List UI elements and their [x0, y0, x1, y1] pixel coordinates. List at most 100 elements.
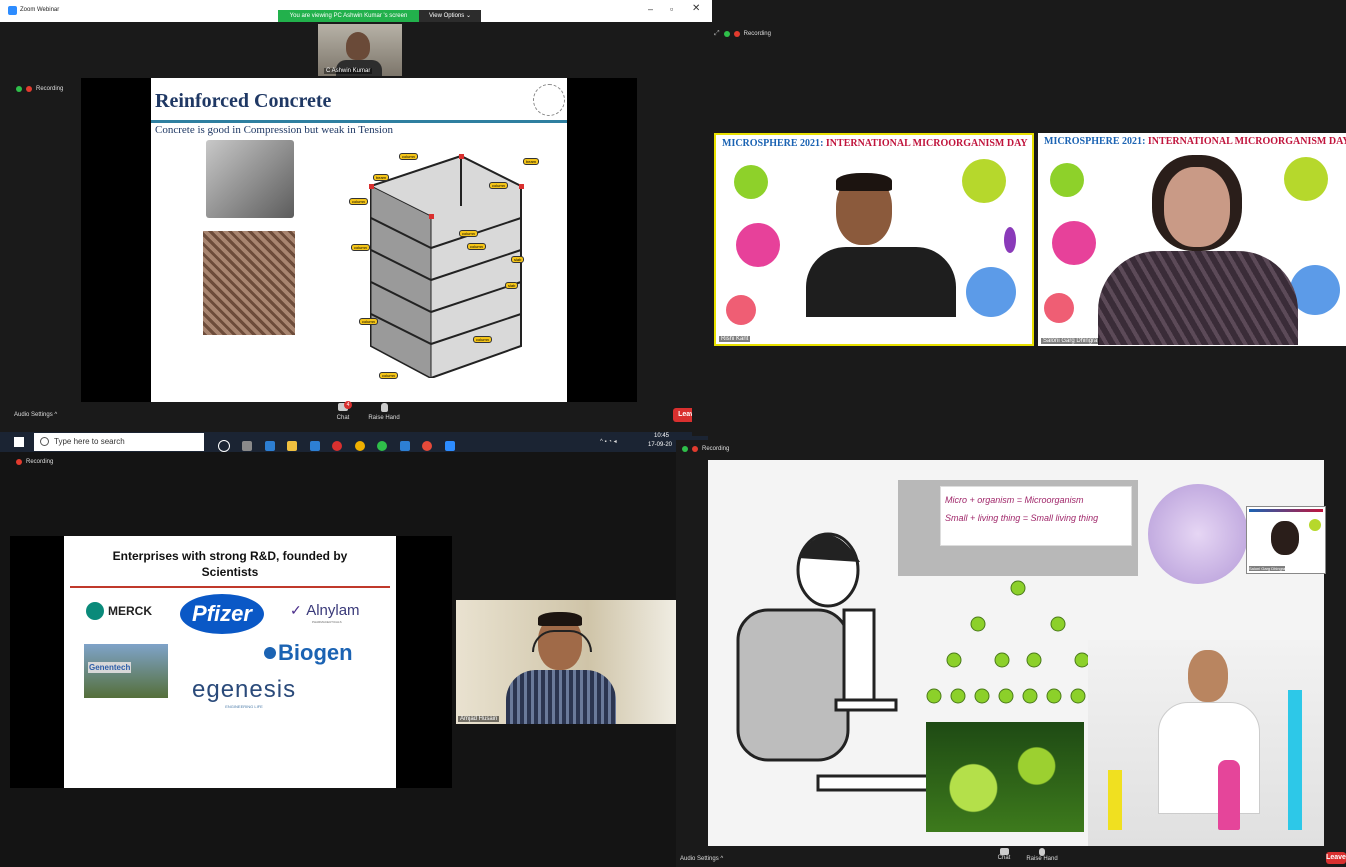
lab-coat	[1158, 702, 1260, 814]
virus-red-icon	[1044, 293, 1074, 323]
tile-banner: MICROSPHERE 2021: INTERNATIONAL MICROORG…	[722, 138, 1028, 149]
pip-video[interactable]: Saloni Garg Dhingra	[1246, 506, 1326, 574]
spotify-icon[interactable]	[377, 440, 388, 451]
video-tile-2[interactable]: MICROSPHERE 2021: INTERNATIONAL MICROORG…	[1038, 133, 1346, 346]
tray-icons[interactable]: ^ ▪ ◔ ◂	[600, 438, 617, 445]
pfizer-logo: Pfizer	[180, 594, 264, 634]
shield-icon	[16, 86, 22, 92]
raise-hand-button[interactable]: Raise Hand	[1022, 848, 1062, 866]
speaker-thumbnail[interactable]: C Ashwin Kumar	[318, 24, 402, 76]
rebar-photo	[203, 231, 295, 335]
speaker-name: Amjad Husain	[458, 716, 500, 722]
windows-taskbar: Type here to search ^ ▪ ◔ ◂ 10:45 17-09-…	[0, 432, 708, 452]
minimize-icon[interactable]: –	[648, 4, 653, 14]
tag-slab-2: slab	[505, 282, 519, 289]
file-explorer-icon[interactable]	[287, 440, 298, 451]
genentech-sign: Genentech	[88, 662, 132, 673]
slide-title: Reinforced Concrete	[155, 90, 332, 112]
biogen-text: Biogen	[278, 640, 353, 665]
torso	[506, 670, 616, 724]
tag-column-3: column	[489, 182, 508, 189]
alnylam-logo: ✓ Alnylam PHARMACEUTICALS	[290, 602, 360, 624]
alnylam-icon: ✓	[290, 602, 302, 618]
expand-icon[interactable]: ⤢	[714, 30, 720, 38]
chat-button[interactable]: 4 Chat	[330, 401, 356, 427]
flask-icon	[1108, 770, 1122, 830]
pfizer-text: Pfizer	[192, 601, 252, 626]
windows-start-icon[interactable]	[14, 437, 24, 447]
close-icon[interactable]: ✕	[692, 3, 700, 14]
recording-label: Recording	[36, 86, 64, 92]
title-divider	[70, 586, 390, 588]
headset-icon	[532, 630, 592, 652]
audio-settings[interactable]: Audio Settings ^	[680, 856, 723, 862]
window-title: Zoom Webinar	[20, 7, 60, 13]
egenesis-logo: egenesis ENGINEERING LIFE	[192, 676, 296, 709]
egenesis-subtext: ENGINEERING LIFE	[225, 704, 263, 709]
banner-left-text: MICROSPHERE 2021	[722, 138, 821, 149]
record-icon	[692, 446, 698, 452]
tag-column-8: column	[473, 336, 492, 343]
clock-time[interactable]: 10:45	[654, 433, 669, 439]
video-tile-1[interactable]: MICROSPHERE 2021: INTERNATIONAL MICROORG…	[714, 133, 1034, 346]
torso	[806, 247, 956, 317]
shield-icon	[723, 31, 730, 37]
leave-button[interactable]: Leave	[1326, 852, 1346, 864]
taskbar-search-input[interactable]: Type here to search	[34, 433, 204, 451]
edge-icon[interactable]	[264, 440, 275, 451]
banner-right-text: INTERNATIONAL MICROORGANISM DAY	[1147, 136, 1346, 147]
share-banner: You are viewing PC Ashwin Kumar 's scree…	[278, 10, 419, 22]
banner-right-text: INTERNATIONAL MICROORGANISM DAY	[825, 138, 1028, 149]
chat-button[interactable]: Chat	[992, 848, 1016, 866]
audio-settings[interactable]: Audio Settings ^	[14, 412, 57, 418]
tile-banner: MICROSPHERE 2021: INTERNATIONAL MICROORG…	[1044, 136, 1346, 147]
record-icon	[16, 459, 22, 465]
tag-slab-1: slab	[511, 256, 525, 263]
teams-icon[interactable]	[399, 440, 410, 451]
speaker-video[interactable]: Amjad Husain	[456, 600, 676, 724]
restore-icon[interactable]: ▫	[670, 4, 673, 14]
tile-1-name: Rishi Kant	[719, 336, 751, 342]
shield-icon	[682, 446, 688, 452]
slide-subtitle: Concrete is good in Compression but weak…	[155, 124, 393, 136]
leave-label: Leave	[1326, 854, 1346, 861]
virus-purple-icon	[1004, 227, 1016, 253]
opera-icon[interactable]	[332, 440, 343, 451]
virus-illustration	[1148, 484, 1248, 584]
raise-hand-button[interactable]: Raise Hand	[366, 403, 402, 427]
virus-green-icon	[734, 165, 768, 199]
clock-date[interactable]: 17-09-20	[648, 442, 672, 448]
raise-hand-label: Raise Hand	[1026, 856, 1058, 862]
title-bar: Zoom Webinar You are viewing PC Ashwin K…	[0, 0, 712, 22]
recording-label: Recording	[702, 446, 730, 452]
webinar-window-q4: Recording Micro + organism = Microorgani…	[676, 440, 1346, 867]
record-icon	[26, 86, 32, 92]
banner-left-text: MICROSPHERE 2021	[1044, 136, 1143, 147]
recording-indicator: Recording	[16, 459, 53, 465]
webinar-window-q2: ⤢ Recording MICROSPHERE 2021: INTERNATIO…	[692, 24, 1346, 436]
flask-icon	[1288, 690, 1302, 830]
hand-icon	[380, 403, 388, 412]
tag-column-7: column	[359, 318, 378, 325]
merck-icon	[86, 602, 104, 620]
record-icon	[733, 31, 740, 37]
hair	[836, 173, 892, 191]
view-options-label: View Options ⌄	[429, 13, 471, 19]
view-options-button[interactable]: View Options ⌄	[419, 10, 481, 22]
zoom-icon[interactable]	[444, 440, 455, 451]
chat-label: Chat	[336, 415, 350, 421]
cortana-icon[interactable]	[218, 439, 230, 452]
tag-column-2: column	[349, 198, 368, 205]
chrome-2-icon[interactable]	[422, 440, 433, 451]
chrome-icon[interactable]	[354, 440, 365, 451]
torso	[1098, 251, 1298, 345]
alnylam-subtext: PHARMACEUTICALS	[312, 620, 342, 624]
pip-face	[1271, 521, 1299, 555]
merck-text: MERCK	[108, 604, 152, 618]
biogen-icon	[264, 647, 276, 659]
zoom-logo-icon	[8, 6, 17, 15]
task-view-icon[interactable]	[242, 440, 253, 451]
tag-column-9: column	[379, 372, 398, 379]
bacteria-photo	[926, 722, 1084, 832]
mail-icon[interactable]	[309, 440, 320, 451]
